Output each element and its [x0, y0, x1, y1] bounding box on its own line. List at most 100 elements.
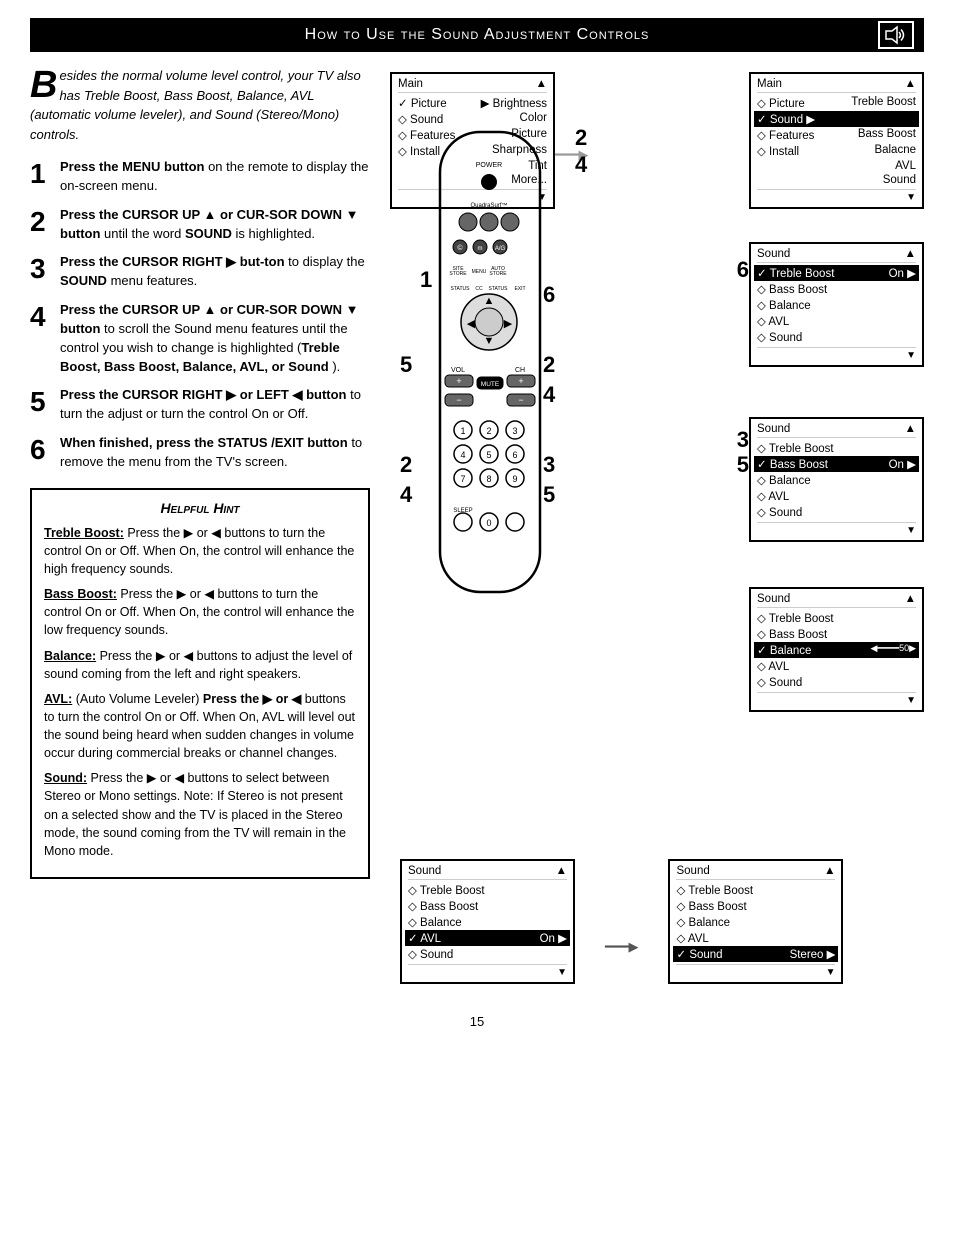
sound-menu-avl: Sound ▲ ◇ Treble Boost ◇ Bass Boost ◇ Ba… — [400, 859, 575, 984]
left-column: Besides the normal volume level control,… — [30, 52, 370, 879]
sound-3: ◇ Sound — [757, 674, 916, 690]
svg-text:7: 7 — [460, 474, 465, 484]
menu-footer-2: ▼ — [757, 189, 916, 203]
menu-item-features-2: ◇ FeaturesBass Boost — [757, 127, 916, 143]
hint-title-text: Helpful Hint — [160, 500, 239, 516]
balance-avl: ◇ Balance — [408, 914, 567, 930]
menu-item-avl-main: AVL — [757, 159, 916, 173]
svg-text:5: 5 — [543, 482, 555, 507]
page-header: How to Use the Sound Adjustment Controls — [30, 18, 924, 52]
diagram-step-6-label: 6 — [737, 257, 749, 283]
step-2-number: 2 — [30, 208, 52, 236]
sound-menu-balance-title: Sound ▲ — [757, 593, 916, 608]
step-3: 3 Press the CURSOR RIGHT ▶ but-ton to di… — [30, 253, 370, 291]
balance-1: ◇ Balance — [757, 297, 916, 313]
avl-footer: ▼ — [408, 964, 567, 978]
svg-text:MENU: MENU — [472, 269, 487, 275]
step-5-text: Press the CURSOR RIGHT ▶ or LEFT ◀ butto… — [60, 386, 370, 424]
svg-text:4: 4 — [400, 482, 413, 507]
balance-stereo: ◇ Balance — [676, 914, 835, 930]
sound-menu-stereo-title: Sound ▲ — [676, 865, 835, 880]
step-2-text: Press the CURSOR UP ▲ or CUR-SOR DOWN ▼ … — [60, 206, 370, 244]
bass-boost-selected: ✓ Bass BoostOn ▶ — [754, 456, 919, 472]
hint-avl: AVL: (Auto Volume Leveler) Press the ▶ o… — [44, 690, 356, 763]
sound-menu-bass-title: Sound ▲ — [757, 423, 916, 438]
menu-item-sound-2-selected: ✓ Sound ▶ — [754, 111, 919, 127]
intro-text: Besides the normal volume level control,… — [30, 66, 370, 144]
svg-text:POWER: POWER — [476, 162, 502, 169]
step-6: 6 When finished, press the STATUS /EXIT … — [30, 434, 370, 472]
svg-text:VOL: VOL — [451, 367, 465, 374]
avl-selected: ✓ AVLOn ▶ — [405, 930, 570, 946]
page-number: 15 — [0, 1014, 954, 1029]
svg-text:MUTE: MUTE — [481, 381, 500, 388]
balance-selected: ✓ Balance◀━━━━50▶ — [754, 642, 919, 658]
svg-text:STORE: STORE — [449, 271, 467, 277]
svg-text:1: 1 — [460, 426, 465, 436]
bass-boost-stereo: ◇ Bass Boost — [676, 898, 835, 914]
step-5: 5 Press the CURSOR RIGHT ▶ or LEFT ◀ but… — [30, 386, 370, 424]
intro-body: esides the normal volume level control, … — [30, 68, 361, 142]
svg-text:3: 3 — [543, 452, 555, 477]
step-1-number: 1 — [30, 160, 52, 188]
svg-text:5: 5 — [486, 450, 491, 460]
step-1-text: Press the MENU button on the remote to d… — [60, 158, 370, 196]
menu-item-install-2: ◇ InstallBalacne — [757, 143, 916, 159]
step-4-text: Press the CURSOR UP ▲ or CUR-SOR DOWN ▼ … — [60, 301, 370, 376]
menu-item-picture-2: ◇ PictureTreble Boost — [757, 95, 916, 111]
menu-item-picture: ✓ Picture▶ Brightness — [398, 95, 547, 111]
treble-boost-selected: ✓ Treble BoostOn ▶ — [754, 265, 919, 281]
menu-title-1: Main ▲ — [398, 78, 547, 93]
svg-text:A/G: A/G — [495, 246, 506, 252]
hint-title: Helpful Hint — [44, 500, 356, 516]
diagram-step-3-label: 3 — [737, 427, 749, 453]
step-3-number: 3 — [30, 255, 52, 283]
sound-menu-balance: Sound ▲ ◇ Treble Boost ◇ Bass Boost ✓ Ba… — [749, 587, 924, 712]
svg-text:STORE: STORE — [489, 271, 507, 277]
treble-boost-3: ◇ Treble Boost — [757, 610, 916, 626]
svg-text:+: + — [456, 376, 461, 386]
step-2: 2 Press the CURSOR UP ▲ or CUR-SOR DOWN … — [30, 206, 370, 244]
svg-text:5: 5 — [400, 352, 412, 377]
bass-boost-avl: ◇ Bass Boost — [408, 898, 567, 914]
svg-text:1: 1 — [420, 267, 432, 292]
svg-text:STATUS: STATUS — [451, 286, 471, 292]
svg-text:4: 4 — [460, 450, 465, 460]
remote-control: POWER QuadraSurf™ © m A/G — [380, 122, 600, 645]
svg-text:6: 6 — [543, 282, 555, 307]
avl-3: ◇ AVL — [757, 658, 916, 674]
svg-text:2: 2 — [543, 352, 555, 377]
hint-balance: Balance: Press the ▶ or ◀ buttons to adj… — [44, 647, 356, 683]
sound-menu-treble-title: Sound ▲ — [757, 248, 916, 263]
sound-stereo-selected: ✓ SoundStereo ▶ — [673, 946, 838, 962]
svg-text:+: + — [518, 376, 523, 386]
svg-text:▲: ▲ — [484, 295, 495, 307]
sound-menu-treble-footer: ▼ — [757, 347, 916, 361]
svg-text:−: − — [518, 395, 523, 405]
sound-menu-avl-title: Sound ▲ — [408, 865, 567, 880]
svg-text:2: 2 — [486, 426, 491, 436]
avl-stereo: ◇ AVL — [676, 930, 835, 946]
svg-text:◀: ◀ — [467, 318, 476, 330]
sound-menu-bass-footer: ▼ — [757, 522, 916, 536]
bottom-section: Sound ▲ ◇ Treble Boost ◇ Bass Boost ◇ Ba… — [30, 889, 924, 994]
diagram-step-5-label: 5 — [737, 452, 749, 478]
balance-2: ◇ Balance — [757, 472, 916, 488]
sound-menu-treble: Sound ▲ ✓ Treble BoostOn ▶ ◇ Bass Boost … — [749, 242, 924, 367]
menu-item-sound-main: Sound — [757, 173, 916, 187]
treble-boost-avl: ◇ Treble Boost — [408, 882, 567, 898]
steps-list: 1 Press the MENU button on the remote to… — [30, 158, 370, 472]
svg-text:STATUS: STATUS — [489, 286, 509, 292]
step-6-text: When finished, press the STATUS /EXIT bu… — [60, 434, 370, 472]
step-4: 4 Press the CURSOR UP ▲ or CUR-SOR DOWN … — [30, 301, 370, 376]
bottom-arrow: ━━━▶ — [605, 939, 638, 994]
svg-text:3: 3 — [512, 426, 517, 436]
sound-menu-bass: Sound ▲ ◇ Treble Boost ✓ Bass BoostOn ▶ … — [749, 417, 924, 542]
step-6-number: 6 — [30, 436, 52, 464]
right-column: Main ▲ ✓ Picture▶ Brightness ◇ SoundColo… — [380, 52, 924, 879]
hint-treble-boost: Treble Boost: Press the ▶ or ◀ buttons t… — [44, 524, 356, 578]
svg-text:8: 8 — [486, 474, 491, 484]
avl-1: ◇ AVL — [757, 313, 916, 329]
svg-text:©: © — [457, 244, 463, 252]
header-title: How to Use the Sound Adjustment Controls — [305, 26, 650, 44]
